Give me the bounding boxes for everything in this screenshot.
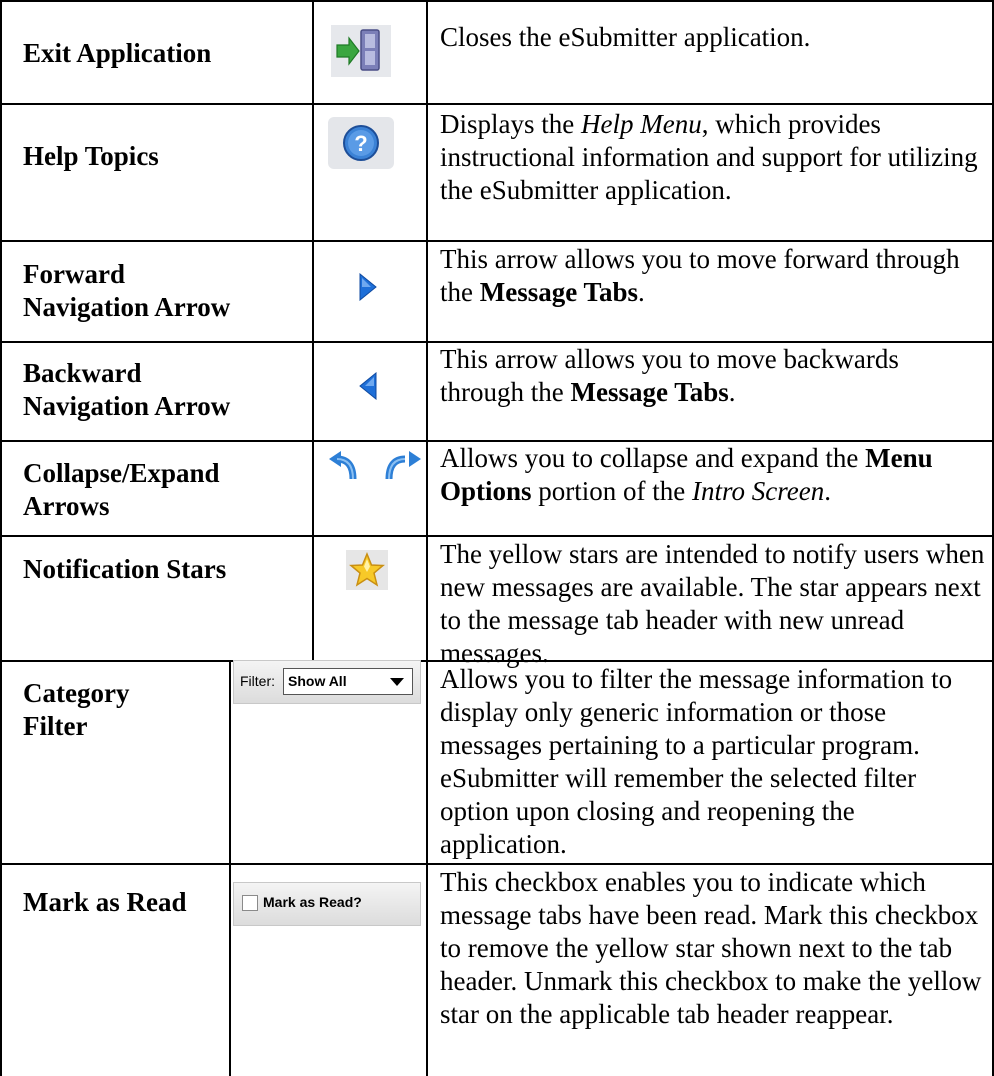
filter-dropdown[interactable]: Show All xyxy=(283,668,413,695)
row-title: Forward Navigation Arrow xyxy=(23,259,231,322)
grid-line xyxy=(0,240,994,242)
filter-selected-value: Show All xyxy=(288,673,347,689)
grid-line xyxy=(0,103,994,105)
help-question-icon: ? xyxy=(328,117,394,169)
star-icon xyxy=(346,550,388,590)
row-description: Displays the Help Menu, which provides i… xyxy=(440,109,978,205)
row-description: Closes the eSubmitter application. xyxy=(440,22,811,52)
grid-line xyxy=(0,0,2,1076)
grid-line xyxy=(312,0,314,662)
row-title: Collapse/Expand Arrows xyxy=(23,458,220,521)
row-description: Allows you to filter the message informa… xyxy=(440,664,953,859)
row-title: Category Filter xyxy=(23,678,130,741)
row-title: Mark as Read xyxy=(23,887,187,917)
row-description: Allows you to collapse and expand the Me… xyxy=(440,443,933,506)
forward-arrow-icon xyxy=(359,272,377,302)
row-description: This checkbox enables you to indicate wh… xyxy=(440,867,982,1029)
grid-line xyxy=(229,660,231,1076)
row-title: Exit Application xyxy=(23,38,212,68)
grid-line xyxy=(426,0,428,1076)
grid-line xyxy=(0,535,994,537)
mark-as-read-checkbox[interactable] xyxy=(242,895,258,911)
row-description: This arrow allows you to move backwards … xyxy=(440,344,899,407)
row-description: This arrow allows you to move forward th… xyxy=(440,244,960,307)
chevron-down-icon xyxy=(390,678,404,686)
row-description: The yellow stars are intended to notify … xyxy=(440,539,985,668)
grid-line xyxy=(0,863,994,865)
backward-arrow-icon xyxy=(359,371,377,401)
svg-text:?: ? xyxy=(354,131,367,156)
exit-door-icon xyxy=(331,25,391,77)
grid-line xyxy=(0,0,994,2)
category-filter-widget: Filter: Show All xyxy=(233,660,421,704)
filter-label: Filter: xyxy=(240,673,275,689)
collapse-expand-arrows-icon xyxy=(327,451,423,485)
row-title: Backward Navigation Arrow xyxy=(23,358,231,421)
row-title: Notification Stars xyxy=(23,554,227,584)
mark-as-read-label: Mark as Read? xyxy=(263,894,362,910)
row-title: Help Topics xyxy=(23,141,159,171)
mark-as-read-widget: Mark as Read? xyxy=(233,882,421,926)
